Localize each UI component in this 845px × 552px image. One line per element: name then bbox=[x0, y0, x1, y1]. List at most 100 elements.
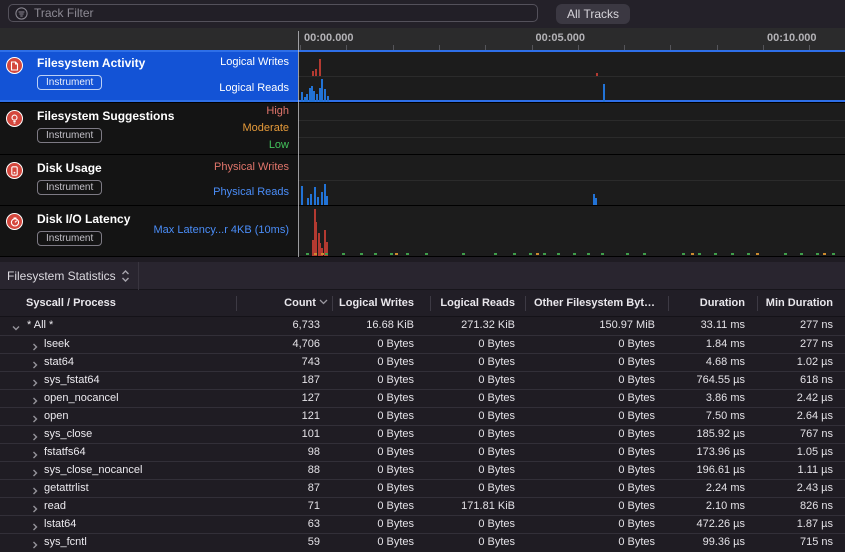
cell-logical-writes: 0 Bytes bbox=[332, 480, 414, 498]
table-row--all-[interactable]: * All *6,73316.68 KiB271.32 KiB150.97 Mi… bbox=[0, 317, 845, 335]
table-row-open-nocancel[interactable]: open_nocancel1270 Bytes0 Bytes0 Bytes3.8… bbox=[0, 389, 845, 407]
table-row-sys-close[interactable]: sys_close1010 Bytes0 Bytes0 Bytes185.92 … bbox=[0, 425, 845, 443]
track-header[interactable]: Filesystem ActivityInstrumentLogical Wri… bbox=[0, 50, 298, 102]
baseline-dot-green bbox=[832, 253, 835, 255]
track-filesystem-activity[interactable]: Filesystem ActivityInstrumentLogical Wri… bbox=[0, 50, 845, 103]
chart-spike bbox=[314, 187, 316, 205]
track-disk-i-o-latency[interactable]: Disk I/O LatencyInstrumentMax Latency...… bbox=[0, 206, 845, 257]
ruler-time-label: 00:00.000 bbox=[304, 32, 354, 44]
syscall-name: getattrlist bbox=[44, 480, 89, 498]
track-graph[interactable] bbox=[298, 50, 845, 102]
baseline-dot-green bbox=[543, 253, 546, 255]
table-row-stat64[interactable]: stat647430 Bytes0 Bytes0 Bytes4.68 ms1.0… bbox=[0, 353, 845, 371]
disclosure-collapsed-icon[interactable] bbox=[30, 393, 41, 404]
track-filesystem-suggestions[interactable]: Filesystem SuggestionsInstrumentHighMode… bbox=[0, 103, 845, 155]
baseline-dot-green bbox=[360, 253, 363, 255]
all-tracks-button[interactable]: All Tracks bbox=[556, 4, 630, 24]
cell-logical-writes: 0 Bytes bbox=[332, 354, 414, 372]
filter-icon bbox=[15, 7, 28, 20]
instrument-badge: Instrument bbox=[37, 180, 102, 195]
cell-logical-reads: 271.32 KiB bbox=[430, 317, 515, 335]
baseline-dot-green bbox=[643, 253, 646, 255]
chart-spike bbox=[301, 186, 303, 205]
chevron-up-down-icon[interactable] bbox=[121, 269, 130, 283]
cell-logical-reads: 0 Bytes bbox=[430, 534, 515, 552]
column-header-count[interactable]: Count bbox=[236, 290, 332, 317]
column-header-logical-reads[interactable]: Logical Reads bbox=[430, 290, 525, 317]
table-row-read[interactable]: read710 Bytes171.81 KiB0 Bytes2.10 ms826… bbox=[0, 497, 845, 515]
track-header[interactable]: Filesystem SuggestionsInstrumentHighMode… bbox=[0, 103, 298, 154]
table-row-sys-fcntl[interactable]: sys_fcntl590 Bytes0 Bytes0 Bytes99.36 µs… bbox=[0, 533, 845, 551]
cell-min-duration: 2.64 µs bbox=[757, 408, 833, 426]
track-disk-usage[interactable]: Disk UsageInstrumentPhysical WritesPhysi… bbox=[0, 155, 845, 206]
table-row-lstat64[interactable]: lstat64630 Bytes0 Bytes0 Bytes472.26 µs1… bbox=[0, 515, 845, 533]
chart-spike bbox=[327, 96, 329, 102]
track-graph[interactable] bbox=[298, 206, 845, 256]
cell-count: 187 bbox=[236, 372, 320, 390]
track-graph[interactable] bbox=[298, 155, 845, 205]
sort-chevron-down-icon bbox=[319, 299, 328, 305]
cell-count: 98 bbox=[236, 444, 320, 462]
lane-label-logical-writes: Logical Writes bbox=[220, 56, 289, 68]
track-graph[interactable] bbox=[298, 103, 845, 154]
cell-logical-writes: 0 Bytes bbox=[332, 390, 414, 408]
cell-logical-writes: 0 Bytes bbox=[332, 336, 414, 354]
disclosure-collapsed-icon[interactable] bbox=[30, 447, 41, 458]
disclosure-collapsed-icon[interactable] bbox=[30, 465, 41, 476]
disclosure-collapsed-icon[interactable] bbox=[30, 537, 41, 548]
cell-duration: 173.96 µs bbox=[668, 444, 745, 462]
cell-other-filesystem-byt-: 0 Bytes bbox=[525, 498, 655, 516]
header-divider bbox=[525, 296, 526, 311]
table-row-getattrlist[interactable]: getattrlist870 Bytes0 Bytes0 Bytes2.24 m… bbox=[0, 479, 845, 497]
track-header[interactable]: Disk UsageInstrumentPhysical WritesPhysi… bbox=[0, 155, 298, 205]
cell-count: 88 bbox=[236, 462, 320, 480]
cell-min-duration: 1.02 µs bbox=[757, 354, 833, 372]
disclosure-collapsed-icon[interactable] bbox=[30, 357, 41, 368]
disclosure-collapsed-icon[interactable] bbox=[30, 339, 41, 350]
table-row-open[interactable]: open1210 Bytes0 Bytes0 Bytes7.50 ms2.64 … bbox=[0, 407, 845, 425]
disclosure-collapsed-icon[interactable] bbox=[30, 429, 41, 440]
disclosure-collapsed-icon[interactable] bbox=[30, 519, 41, 530]
lane-separator bbox=[298, 76, 845, 77]
cell-logical-writes: 0 Bytes bbox=[332, 534, 414, 552]
column-header-duration[interactable]: Duration bbox=[668, 290, 757, 317]
disclosure-collapsed-icon[interactable] bbox=[30, 375, 41, 386]
timeline-ruler[interactable]: 00:00.00000:05.00000:10.000 bbox=[0, 28, 845, 50]
cell-count: 4,706 bbox=[236, 336, 320, 354]
cell-logical-reads: 0 Bytes bbox=[430, 408, 515, 426]
baseline-dot-green bbox=[601, 253, 604, 255]
chart-spike bbox=[315, 69, 317, 76]
statistics-table-header: Syscall / ProcessCount Logical WritesLog… bbox=[0, 290, 845, 317]
table-row-sys-close-nocancel[interactable]: sys_close_nocancel880 Bytes0 Bytes0 Byte… bbox=[0, 461, 845, 479]
track-title: Filesystem Activity bbox=[37, 56, 145, 70]
table-row-fstatfs64[interactable]: fstatfs64980 Bytes0 Bytes0 Bytes173.96 µ… bbox=[0, 443, 845, 461]
cell-min-duration: 277 ns bbox=[757, 336, 833, 354]
chart-spike bbox=[595, 198, 597, 205]
track-header[interactable]: Disk I/O LatencyInstrumentMax Latency...… bbox=[0, 206, 298, 256]
table-row-sys-fstat64[interactable]: sys_fstat641870 Bytes0 Bytes0 Bytes764.5… bbox=[0, 371, 845, 389]
baseline-dot-green bbox=[325, 253, 328, 255]
disclosure-collapsed-icon[interactable] bbox=[30, 483, 41, 494]
column-header-min-duration[interactable]: Min Duration bbox=[757, 290, 845, 317]
column-header-syscall-process[interactable]: Syscall / Process bbox=[0, 290, 236, 317]
chart-spike bbox=[596, 73, 598, 76]
disk-usage-icon bbox=[6, 162, 23, 179]
disclosure-collapsed-icon[interactable] bbox=[30, 411, 41, 422]
cell-count: 59 bbox=[236, 534, 320, 552]
cell-count: 6,733 bbox=[236, 317, 320, 335]
chart-spike bbox=[313, 91, 315, 103]
track-filter-input[interactable]: Track Filter bbox=[8, 4, 538, 22]
syscall-name: stat64 bbox=[44, 354, 74, 372]
cell-duration: 185.92 µs bbox=[668, 426, 745, 444]
disclosure-collapsed-icon[interactable] bbox=[30, 501, 41, 512]
detail-view-bar: Filesystem Statistics bbox=[0, 262, 845, 290]
syscall-name: lstat64 bbox=[44, 516, 76, 534]
disclosure-expanded-icon[interactable] bbox=[11, 320, 22, 331]
column-header-other-filesystem-byt-[interactable]: Other Filesystem Byt… bbox=[525, 290, 668, 317]
baseline-dot-green bbox=[557, 253, 560, 255]
syscall-name: * All * bbox=[27, 317, 53, 335]
chart-spike bbox=[316, 94, 318, 102]
column-header-logical-writes[interactable]: Logical Writes bbox=[332, 290, 430, 317]
detail-view-selector[interactable]: Filesystem Statistics bbox=[7, 269, 116, 283]
table-row-lseek[interactable]: lseek4,7060 Bytes0 Bytes0 Bytes1.84 ms27… bbox=[0, 335, 845, 353]
